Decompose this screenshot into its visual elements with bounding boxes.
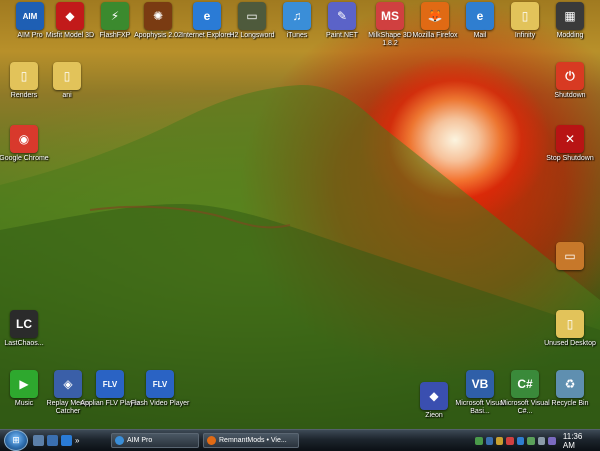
- apophysis-icon: ✺: [144, 2, 172, 30]
- windows-logo-icon: ⊞: [12, 435, 20, 445]
- visual-basic-icon: VB: [466, 370, 494, 398]
- itunes-icon: ♫: [283, 2, 311, 30]
- more-icon[interactable]: »: [75, 435, 86, 446]
- desktop-icon-label: Infinity: [514, 32, 536, 39]
- lastchaos-icon: LC: [10, 310, 38, 338]
- desktop-icon-label: FlashFXP: [99, 32, 131, 39]
- firefox-icon: [207, 436, 216, 445]
- flashfxp-icon: ⚡: [101, 2, 129, 30]
- music-icon: ▶: [10, 370, 38, 398]
- milkshape-3d-icon: MS: [376, 2, 404, 30]
- desktop-icon[interactable]: ✕ Stop Shutdown: [540, 125, 600, 179]
- desktop-icon[interactable]: FLV Flash Video Player: [130, 370, 190, 424]
- desktop-icon-label: Apophysis 2.02: [134, 32, 182, 39]
- taskbar: ⊞ » AIM Pro RemnantMods • Vie... 11:36 A…: [0, 429, 600, 451]
- desktop-icon-label: ani: [62, 92, 72, 99]
- desktop-icon-label: Modding: [556, 32, 584, 39]
- renders-folder-icon: ▯: [10, 62, 38, 90]
- desktop-icon-label: Paint.NET: [326, 32, 358, 39]
- desktop-icon-label: LastChaos...: [4, 340, 44, 347]
- desktop-icon-label: Mail: [473, 32, 487, 39]
- desktop-icon[interactable]: ▦ Modding: [540, 2, 600, 56]
- ani-folder-icon: ▯: [53, 62, 81, 90]
- system-tray: 11:36 AM: [475, 430, 600, 451]
- tray-app-icon[interactable]: [506, 436, 514, 445]
- desktop-icon[interactable]: ▭: [540, 242, 600, 296]
- internet-explorer-icon[interactable]: [61, 435, 72, 446]
- recycle-bin-icon: ♻: [556, 370, 584, 398]
- desktop-icon[interactable]: ♻ Recycle Bin: [540, 370, 600, 424]
- desktop-icon[interactable]: ▯ Unused Desktop: [540, 310, 600, 364]
- aim-pro-icon: [115, 436, 124, 445]
- stop-shutdown-icon: ✕: [556, 125, 584, 153]
- taskbar-item-label: RemnantMods • Vie...: [219, 437, 287, 444]
- desktop-icon[interactable]: ▯ ani: [37, 62, 97, 116]
- clock[interactable]: 11:36 AM: [563, 432, 594, 450]
- taskbar-item-remnantmods[interactable]: RemnantMods • Vie...: [203, 433, 299, 448]
- volume-icon[interactable]: [537, 436, 546, 445]
- desktop-icon-label: Unused Desktop: [544, 340, 596, 347]
- modding-icon: ▦: [556, 2, 584, 30]
- tray-app-icon[interactable]: [496, 436, 504, 445]
- desktop-icon-label: Stop Shutdown: [546, 155, 594, 162]
- chrome-icon: ◉: [10, 125, 38, 153]
- flash-video-player-icon: FLV: [146, 370, 174, 398]
- h2-longsword-icon: ▭: [238, 2, 266, 30]
- tray-app-icon[interactable]: [548, 436, 556, 445]
- replay-media-catcher-icon: ◈: [54, 370, 82, 398]
- desktop-icon[interactable]: LC LastChaos...: [0, 310, 54, 364]
- infinity-folder-icon: ▯: [511, 2, 539, 30]
- tray-app-icon[interactable]: [527, 436, 535, 445]
- applian-flv-player-icon: FLV: [96, 370, 124, 398]
- desktop-icon[interactable]: ⏻ Shutdown: [540, 62, 600, 116]
- mail-icon: e: [466, 2, 494, 30]
- visual-csharp-icon: C#: [511, 370, 539, 398]
- show-desktop-icon[interactable]: [33, 435, 44, 446]
- desktop-icon-label: Google Chrome: [0, 155, 49, 162]
- tray-app-icon[interactable]: [516, 436, 525, 445]
- switch-windows-icon[interactable]: [47, 435, 58, 446]
- tray-app-icon[interactable]: [485, 436, 493, 445]
- misfit-model-3d-icon: ◆: [56, 2, 84, 30]
- desktop-icon-label: Renders: [10, 92, 38, 99]
- firefox-icon: 🦊: [421, 2, 449, 30]
- taskbar-item-aim-pro[interactable]: AIM Pro: [111, 433, 199, 448]
- paint-net-icon: ✎: [328, 2, 356, 30]
- start-button[interactable]: ⊞: [4, 430, 28, 451]
- desktop-icon-label: Flash Video Player: [130, 400, 190, 407]
- desktop-icon-label: iTunes: [286, 32, 308, 39]
- shutdown-icon: ⏻: [556, 62, 584, 90]
- briefcase-icon: ▭: [556, 242, 584, 270]
- internet-explorer-icon: e: [193, 2, 221, 30]
- desktop-icon-label: Zieon: [425, 412, 443, 419]
- unused-desktop-folder-icon: ▯: [556, 310, 584, 338]
- desktop-icon-label: Recycle Bin: [551, 400, 589, 407]
- desktop-icon-label: AIM Pro: [17, 32, 43, 39]
- network-icon[interactable]: [475, 436, 483, 445]
- zieon-icon: ◆: [420, 382, 448, 410]
- taskbar-item-label: AIM Pro: [127, 437, 153, 444]
- desktop-icon-label: Shutdown: [554, 92, 586, 99]
- desktop-icon-label: Music: [14, 400, 34, 407]
- desktop-icon[interactable]: ◉ Google Chrome: [0, 125, 54, 179]
